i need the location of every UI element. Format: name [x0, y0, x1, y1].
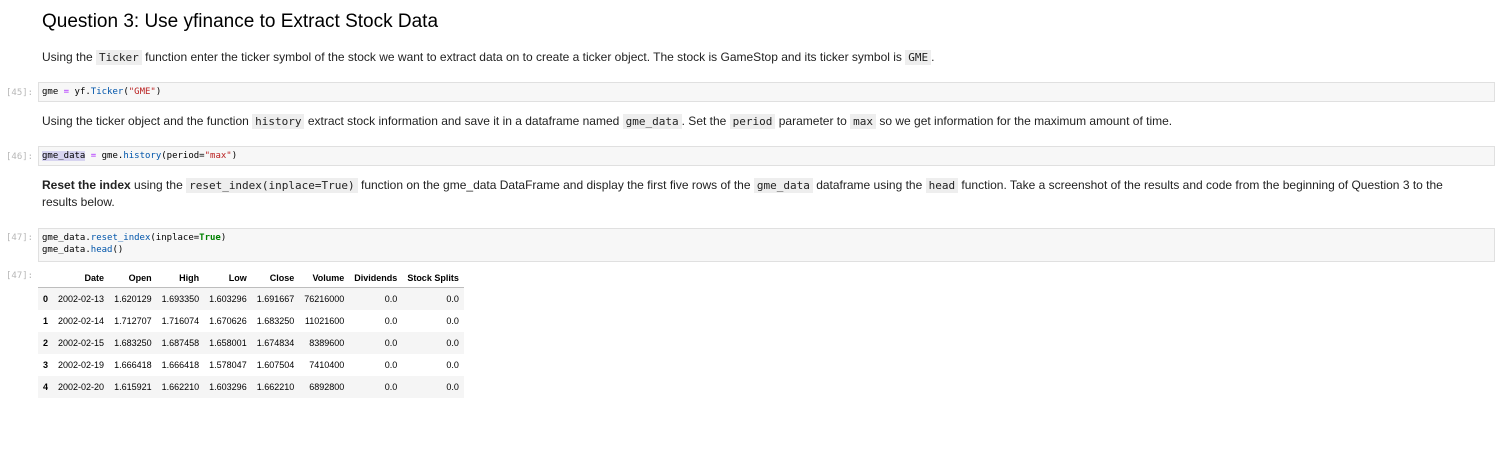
table-cell: 1.607504	[256, 360, 295, 370]
table-row: 0 2002-02-13 1.620129 1.693350 1.603296 …	[38, 287, 464, 310]
table-cell: 1.716074	[161, 316, 200, 326]
code-line: gme_data = gme.history(period="max")	[42, 151, 238, 161]
column-header: High	[156, 269, 205, 288]
table-cell: 1.693350	[156, 287, 205, 310]
table-cell: 0.0	[349, 287, 403, 310]
column-header: Close	[251, 269, 300, 288]
code-cell-46[interactable]: gme_data = gme.history(period="max")	[38, 146, 1495, 166]
table-cell: 1.620129	[109, 287, 157, 310]
instruction-history: Using the ticker object and the function…	[42, 114, 1173, 129]
table-cell: 0.0	[402, 376, 464, 398]
table-cell: 11021600	[304, 316, 345, 326]
column-header: Open	[109, 269, 157, 288]
instruction-reset-index: Reset the index using the reset_index(in…	[42, 178, 1443, 209]
table-row: 1 2002-02-14 1.712707 1.716074 1.670626 …	[38, 310, 464, 332]
inline-code-period: period	[729, 114, 776, 129]
row-index: 1	[43, 316, 49, 326]
cell-45-prompt: [45]:	[6, 88, 34, 98]
table-cell: 1.603296	[204, 376, 252, 398]
table-header-row: Date Open High Low Close Volume Dividend…	[38, 269, 464, 288]
table-cell: 0.0	[446, 316, 459, 326]
code-line: gme_data.reset_index(inplace=True)	[42, 233, 227, 243]
table-cell: 2002-02-20	[53, 376, 110, 398]
cell-46-prompt: [46]:	[6, 152, 34, 162]
table-cell: 1.662210	[251, 376, 300, 398]
column-header: Volume	[299, 269, 350, 288]
column-header: Dividends	[349, 269, 403, 288]
column-header: Low	[204, 269, 252, 288]
column-header: Stock Splits	[402, 269, 464, 288]
table-cell: 1.683250	[109, 332, 157, 354]
table-cell: 0.0	[402, 287, 464, 310]
table-cell: 1.666418	[161, 360, 200, 370]
cell-47-prompt: [47]:	[6, 233, 34, 243]
table-cell: 0.0	[384, 316, 398, 326]
table-cell: 1.615921	[109, 376, 157, 398]
table-cell: 2002-02-15	[53, 332, 110, 354]
table-cell: 2002-02-14	[58, 316, 105, 326]
table-cell: 1.578047	[209, 360, 247, 370]
table-cell: 1.603296	[204, 287, 252, 310]
instruction-ticker: Using the Ticker function enter the tick…	[42, 50, 935, 65]
inline-code-gme-data: gme_data	[622, 114, 682, 129]
table-cell: 0.0	[349, 376, 403, 398]
table-cell: 1.674834	[251, 332, 300, 354]
inline-code-max: max	[850, 114, 876, 129]
table-cell: 1.662210	[156, 376, 205, 398]
table-cell: 1.670626	[209, 316, 247, 326]
row-index: 0	[38, 287, 54, 310]
table-cell: 1.666418	[114, 360, 152, 370]
table-cell: 6892800	[299, 376, 350, 398]
table-row: 2 2002-02-15 1.683250 1.687458 1.658001 …	[38, 332, 464, 354]
column-header: Date	[53, 269, 110, 288]
table-cell: 0.0	[402, 332, 464, 354]
dataframe-output-table: Date Open High Low Close Volume Dividend…	[38, 269, 464, 398]
table-row: 4 2002-02-20 1.615921 1.662210 1.603296 …	[38, 376, 464, 398]
inline-code-reset-index: reset_index(inplace=True)	[186, 178, 358, 193]
table-cell: 1.658001	[204, 332, 252, 354]
question-heading: Question 3: Use yfinance to Extract Stoc…	[42, 11, 439, 32]
column-header	[38, 269, 54, 288]
code-line: gme_data.head()	[42, 245, 124, 255]
inline-code-gme-data: gme_data	[753, 178, 813, 193]
table-cell: 1.683250	[256, 316, 295, 326]
output-47-prompt: [47]:	[6, 271, 34, 281]
code-cell-45[interactable]: gme = yf.Ticker("GME")	[38, 82, 1495, 102]
table-cell: 2002-02-19	[58, 360, 105, 370]
table-cell: 76216000	[299, 287, 350, 310]
table-cell: 1.691667	[251, 287, 300, 310]
inline-code-head: head	[925, 178, 959, 193]
inline-code-gme: GME	[905, 50, 932, 65]
row-index: 3	[43, 360, 49, 370]
table-cell: 0.0	[446, 360, 459, 370]
row-index: 4	[38, 376, 54, 398]
table-cell: 0.0	[384, 360, 398, 370]
code-line: gme = yf.Ticker("GME")	[42, 87, 162, 97]
inline-code-history: history	[252, 114, 305, 129]
table-cell: 0.0	[349, 332, 403, 354]
code-cell-47[interactable]: gme_data.reset_index(inplace=True) gme_d…	[38, 228, 1495, 262]
table-cell: 7410400	[309, 360, 345, 370]
table-row: 3 2002-02-19 1.666418 1.666418 1.578047 …	[38, 354, 464, 376]
table-cell: 8389600	[299, 332, 350, 354]
row-index: 2	[38, 332, 54, 354]
table-cell: 1.712707	[114, 316, 152, 326]
table-cell: 2002-02-13	[53, 287, 110, 310]
table-cell: 1.687458	[156, 332, 205, 354]
inline-code-ticker: Ticker	[96, 50, 142, 65]
